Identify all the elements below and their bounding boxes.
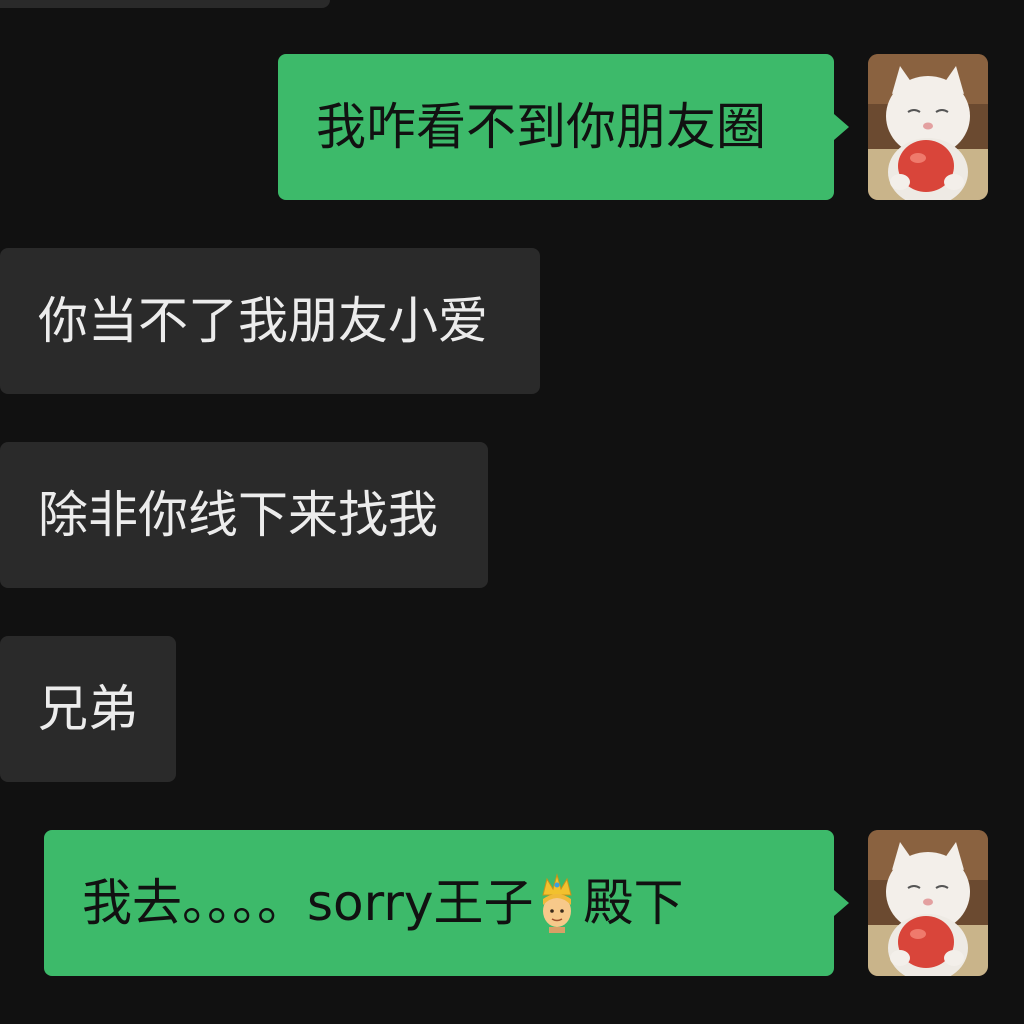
bubble-tail (834, 114, 849, 140)
message-text-suffix: 殿下 (583, 874, 684, 932)
incoming-message-bubble[interactable]: 兄弟 (0, 636, 176, 782)
bubble-tail (834, 890, 849, 916)
message-text: 除非你线下来找我 (38, 486, 438, 544)
previous-message-bubble-fragment[interactable] (0, 0, 330, 8)
message-text: 我咋看不到你朋友圈 (316, 98, 766, 156)
outgoing-message-bubble[interactable]: 我去。。。。sorry王子 殿下 (44, 830, 834, 976)
message-text: 我去。。。。sorry王子 (82, 874, 534, 932)
chat-screen: 我咋看不到你朋友圈 你当不了我朋友小爱 除非你线下来找我 兄弟 我去。。。。so… (0, 0, 1024, 1024)
message-text: 兄弟 (38, 680, 138, 738)
message-text: 你当不了我朋友小爱 (38, 292, 488, 350)
prince-emoji-icon (537, 873, 577, 933)
outgoing-message-bubble[interactable]: 我咋看不到你朋友圈 (278, 54, 834, 200)
incoming-message-bubble[interactable]: 你当不了我朋友小爱 (0, 248, 540, 394)
cat-avatar-icon[interactable] (868, 54, 988, 200)
cat-avatar-icon[interactable] (868, 830, 988, 976)
incoming-message-bubble[interactable]: 除非你线下来找我 (0, 442, 488, 588)
